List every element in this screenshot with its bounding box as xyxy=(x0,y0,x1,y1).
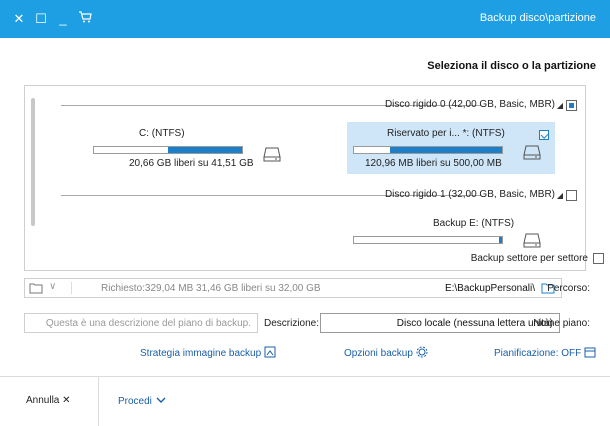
options-link-label: Opzioni backup xyxy=(344,348,413,359)
close-icon: ✕ xyxy=(62,395,71,406)
path-value: E:\BackupPersonali\ xyxy=(444,283,535,294)
expand-toggle-icon[interactable]: ◢ xyxy=(557,101,563,110)
partition-space: 20,66 GB liberi su 41,51 GB xyxy=(129,158,254,169)
plan-name-field[interactable]: Disco locale (nessuna lettera unità) xyxy=(320,313,560,333)
usage-fill xyxy=(389,147,502,153)
strategy-link-label: Strategia immagine backup xyxy=(140,348,262,359)
partition-checkbox[interactable] xyxy=(539,130,549,140)
partition-label: C: (NTFS) xyxy=(139,128,185,139)
schedule-link-label: Pianificazione: OFF xyxy=(494,348,582,359)
cancel-label: Annulla xyxy=(26,395,60,406)
description-field[interactable]: Questa è una descrizione del piano di ba… xyxy=(24,313,258,333)
partition-space: 120,96 MB liberi su 500,00 MB xyxy=(365,158,502,169)
window-title: Backup disco\partizione xyxy=(479,12,596,24)
drive-icon xyxy=(523,233,541,248)
options-link[interactable]: Opzioni backup xyxy=(344,346,428,359)
description-label: Descrizione: xyxy=(264,318,320,329)
disk-1-label: Disco rigido 1 (32,00 GB, Basic, MBR) xyxy=(384,189,555,200)
proceed-button[interactable]: Procedi xyxy=(118,395,167,407)
disk-0-checkbox[interactable] xyxy=(566,100,577,111)
gear-icon xyxy=(416,346,428,358)
section-title: Seleziona il disco o la partizione xyxy=(427,60,596,72)
disk-0-label: Disco rigido 0 (42,00 GB, Basic, MBR) xyxy=(384,99,555,110)
footer-divider xyxy=(0,376,610,377)
strategy-link[interactable]: Strategia immagine backup xyxy=(140,346,276,359)
close-button[interactable]: ✕ xyxy=(10,10,28,28)
drive-icon xyxy=(523,145,541,160)
maximize-button[interactable]: ☐ xyxy=(32,10,50,28)
partition-c[interactable]: C: (NTFS) 20,66 GB liberi su 41,51 GB xyxy=(89,122,289,174)
expand-toggle-icon[interactable]: ◢ xyxy=(557,191,563,200)
sector-backup-option[interactable]: Backup settore per settore xyxy=(470,253,604,264)
minimize-button[interactable]: _ xyxy=(54,10,72,28)
cancel-button[interactable]: Annulla ✕ xyxy=(26,395,71,406)
scrollbar[interactable] xyxy=(31,98,35,226)
drive-icon xyxy=(263,147,281,162)
partition-label: Backup E: (NTFS) xyxy=(433,218,515,229)
space-info: Richiesto:329,04 MB 31,46 GB liberi su 3… xyxy=(101,283,321,294)
cart-icon[interactable] xyxy=(76,10,94,28)
usage-fill xyxy=(499,237,502,243)
disk-list-panel[interactable]: Disco rigido 0 (42,00 GB, Basic, MBR) ◢ … xyxy=(24,85,586,271)
sector-backup-label: Backup settore per settore xyxy=(470,253,588,264)
usage-fill xyxy=(168,147,242,153)
chevron-down-icon xyxy=(156,397,166,403)
footer-divider xyxy=(98,377,99,426)
partition-reserved[interactable]: Riservato per i... *: (NTFS) 120,96 MB l… xyxy=(347,122,555,174)
chevron-down-icon[interactable]: ∨ xyxy=(49,281,56,292)
disk-1-checkbox[interactable] xyxy=(566,190,577,201)
sector-backup-checkbox[interactable] xyxy=(593,253,604,264)
proceed-label: Procedi xyxy=(118,396,152,407)
usage-bar xyxy=(93,146,243,154)
title-bar: ✕ ☐ _ Backup disco\partizione xyxy=(0,0,610,38)
usage-bar xyxy=(353,236,503,244)
usage-bar xyxy=(353,146,503,154)
partition-label: Riservato per i... *: (NTFS) xyxy=(387,128,505,139)
path-field[interactable]: ∨ Richiesto:329,04 MB 31,46 GB liberi su… xyxy=(24,278,562,298)
partition-backup-e[interactable]: Backup E: (NTFS) xyxy=(347,212,555,252)
plan-name-label: Nome piano: xyxy=(533,318,590,329)
schedule-link[interactable]: Pianificazione: OFF xyxy=(494,346,596,359)
image-strategy-icon xyxy=(264,346,276,358)
path-label: Percorso: xyxy=(547,283,590,294)
folder-icon[interactable] xyxy=(29,282,43,294)
calendar-icon xyxy=(584,347,596,358)
divider xyxy=(71,282,72,294)
